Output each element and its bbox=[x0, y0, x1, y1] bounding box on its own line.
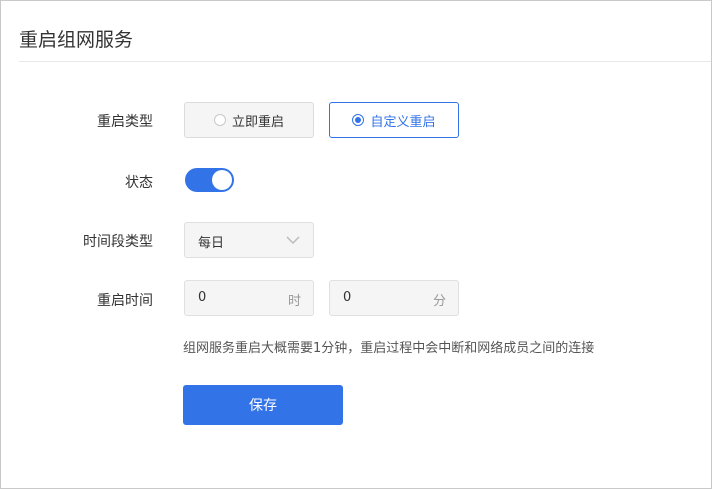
custom-restart-option[interactable]: 自定义重启 bbox=[329, 102, 459, 138]
restart-now-label: 立即重启 bbox=[231, 114, 284, 130]
hour-input[interactable]: 0 时 bbox=[184, 280, 314, 316]
page-title: 重启组网服务 bbox=[19, 29, 134, 51]
status-label: 状态 bbox=[125, 175, 153, 191]
minute-input[interactable]: 0 分 bbox=[329, 280, 459, 316]
status-toggle[interactable] bbox=[185, 168, 234, 192]
period-type-value: 每日 bbox=[198, 236, 225, 251]
period-type-select[interactable]: 每日 bbox=[184, 222, 314, 258]
radio-unchecked-icon bbox=[213, 114, 226, 126]
period-type-label: 时间段类型 bbox=[83, 234, 153, 250]
minute-value: 0 bbox=[343, 290, 352, 305]
chevron-down-icon bbox=[286, 236, 300, 245]
title-divider bbox=[19, 61, 711, 62]
radio-checked-icon bbox=[352, 114, 365, 126]
custom-restart-label: 自定义重启 bbox=[370, 114, 436, 130]
restart-now-option[interactable]: 立即重启 bbox=[184, 102, 314, 138]
restart-type-label: 重启类型 bbox=[97, 114, 153, 130]
restart-service-panel: 重启组网服务 重启类型 立即重启 自定义重启 状态 时间段类型 每日 重启时间 … bbox=[0, 0, 712, 489]
hour-value: 0 bbox=[198, 290, 207, 305]
hour-unit: 时 bbox=[287, 294, 301, 309]
restart-hint: 组网服务重启大概需要1分钟，重启过程中会中断和网络成员之间的连接 bbox=[183, 341, 595, 356]
restart-time-label: 重启时间 bbox=[97, 293, 153, 309]
minute-unit: 分 bbox=[432, 294, 446, 309]
save-button[interactable]: 保存 bbox=[183, 385, 343, 425]
toggle-knob bbox=[212, 170, 232, 190]
